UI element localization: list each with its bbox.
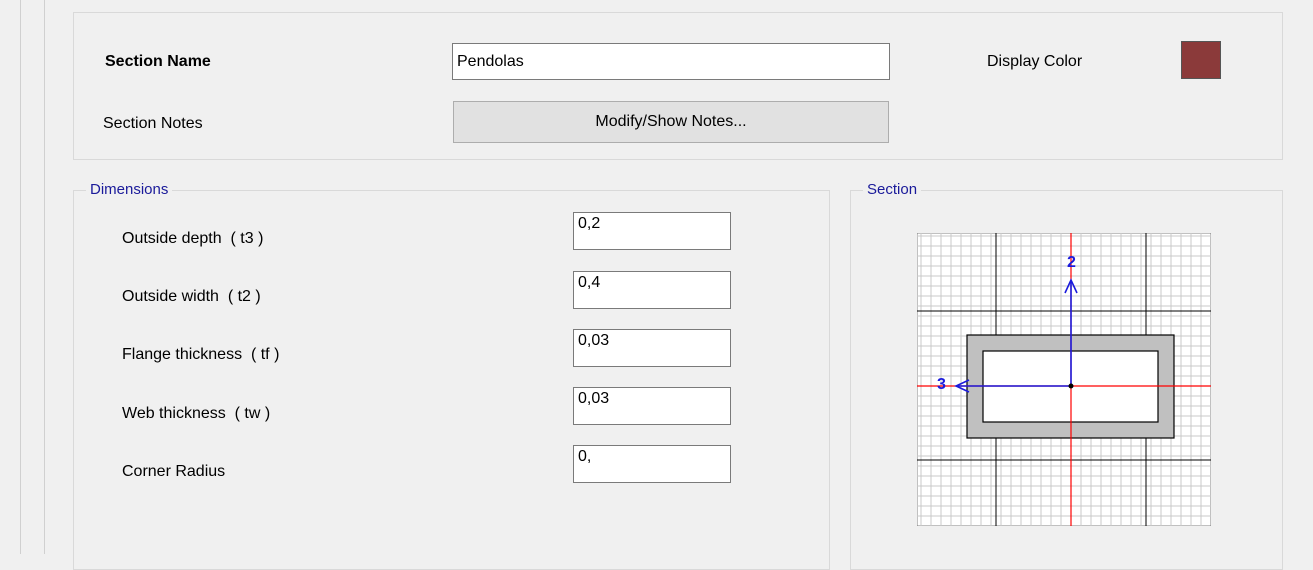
flange-thickness-input[interactable]: 0,03 (573, 329, 731, 367)
section-properties-group: Section Name Display Color Section Notes… (73, 12, 1283, 160)
section-notes-label: Section Notes (103, 115, 203, 132)
web-thickness-input[interactable]: 0,03 (573, 387, 731, 425)
section-name-input[interactable] (452, 43, 890, 80)
centroid-point (1068, 383, 1074, 389)
modify-show-notes-button[interactable]: Modify/Show Notes... (453, 101, 889, 143)
dimensions-title: Dimensions (86, 181, 173, 199)
axis-2-label: 2 (1067, 254, 1076, 271)
section-title: Section (863, 181, 922, 199)
left-frame-border (20, 0, 21, 554)
section-name-label: Section Name (105, 53, 211, 70)
corner-radius-label: Corner Radius (122, 463, 226, 480)
outside-depth-label: Outside depth ( t3 ) (122, 230, 264, 247)
outside-width-input[interactable]: 0,4 (573, 271, 731, 309)
section-preview-canvas: 2 3 (917, 233, 1211, 526)
display-color-label: Display Color (987, 53, 1083, 70)
corner-radius-input[interactable]: 0, (573, 445, 731, 483)
outside-depth-input[interactable]: 0,2 (573, 212, 731, 250)
web-thickness-label: Web thickness ( tw ) (122, 405, 271, 422)
axis-3-label: 3 (937, 376, 946, 393)
outside-width-label: Outside width ( t2 ) (122, 288, 261, 305)
flange-thickness-label: Flange thickness ( tf ) (122, 346, 280, 363)
display-color-swatch[interactable] (1181, 41, 1221, 79)
left-frame-border-inner (44, 0, 45, 554)
